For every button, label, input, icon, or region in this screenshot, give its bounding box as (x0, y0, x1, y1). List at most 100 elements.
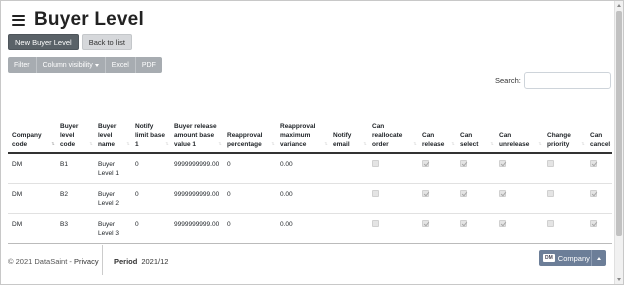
column-header[interactable]: Change priority ↑↓ (543, 97, 586, 154)
cell-can-unrelease (495, 183, 543, 214)
privacy-link[interactable]: Privacy (74, 257, 99, 266)
column-header-label: Reapproval percentage (227, 132, 263, 148)
table-header-row: Company code ↑↓ Buyer level code ↑↓ Buyer le… (8, 97, 612, 154)
cell-company-code: DM (8, 213, 56, 244)
column-header-label: Notify limit base 1 (135, 123, 165, 148)
back-to-list-button[interactable]: Back to list (81, 34, 132, 50)
cell-level-name: Buyer Level 1 (94, 153, 131, 184)
company-selector-button[interactable]: DM Company (539, 250, 606, 266)
caret-down-icon (94, 63, 99, 67)
cell-reapproval-max: 0.00 (276, 153, 329, 184)
cell-notify-limit: 0 (131, 213, 170, 244)
period-label: Period (114, 257, 138, 266)
cell-company-code: DM (8, 153, 56, 184)
page-title: Buyer Level (34, 9, 144, 30)
column-header[interactable]: Reapproval maximum variance ↑↓ (276, 97, 329, 154)
table-row[interactable]: DM B3 Buyer Level 3 0 9999999999.00 0 0.00 (8, 213, 612, 244)
scroll-down-icon[interactable] (617, 278, 621, 281)
cell-release-amount: 9999999999.00 (170, 153, 223, 184)
company-label: Company (557, 253, 590, 263)
checkbox-checked (499, 189, 506, 197)
search-input[interactable] (523, 72, 611, 89)
page-header: Buyer Level (12, 8, 144, 32)
company-badge: DM (543, 254, 555, 262)
column-header[interactable]: Can cancel ↑↓ (586, 97, 612, 154)
cell-notify-limit: 0 (131, 183, 170, 214)
column-header-label: Notify email (333, 132, 352, 148)
cell-can-release (418, 213, 456, 244)
cell-company-code: DM (8, 183, 56, 214)
cell-level-name: Buyer Level 3 (94, 213, 131, 244)
sort-icon: ↑↓ (607, 141, 611, 147)
cell-change-priority (543, 153, 586, 184)
column-header[interactable]: Company code ↑↓ (8, 97, 56, 154)
column-header[interactable]: Can release ↑↓ (418, 97, 456, 154)
column-header[interactable]: Can select ↑↓ (456, 97, 495, 154)
checkbox-checked (422, 160, 429, 167)
sort-icon: ↑↓ (363, 141, 367, 147)
column-header-label: Company code (12, 132, 42, 148)
sort-icon: ↑↓ (89, 141, 93, 147)
filter-button[interactable]: Filter (8, 57, 37, 73)
cell-can-unrelease (495, 153, 543, 184)
pdf-export-button[interactable]: PDF (135, 57, 162, 73)
column-header-label: Can release (422, 132, 445, 148)
cell-change-priority (543, 183, 586, 214)
sort-icon: ↑↓ (271, 141, 275, 147)
period-display: Period 2021/12 (114, 257, 168, 266)
sort-icon: ↑↓ (413, 141, 417, 147)
column-header-label: Buyer level code (60, 123, 79, 148)
column-header[interactable]: Notify email ↑↓ (329, 97, 368, 154)
menu-icon[interactable] (12, 14, 25, 26)
cell-can-cancel (586, 213, 612, 244)
caret-up-icon[interactable] (591, 250, 606, 266)
cell-can-unrelease (495, 213, 543, 244)
cell-can-reallocate (368, 153, 418, 184)
column-header[interactable]: Notify limit base 1 ↑↓ (131, 97, 170, 154)
column-header-label: Buyer level name (98, 123, 117, 148)
sort-icon: ↑↓ (165, 141, 169, 147)
checkbox-checked (590, 219, 597, 227)
sort-icon: ↑↓ (324, 141, 328, 147)
cell-notify-email (329, 153, 368, 184)
cell-can-release (418, 183, 456, 214)
column-header-label: Buyer release amount base value 1 (174, 123, 217, 148)
column-header[interactable]: Can unrelease ↑↓ (495, 97, 543, 154)
checkbox-unchecked (372, 219, 379, 227)
checkbox-unchecked (547, 189, 554, 197)
checkbox-checked (590, 189, 597, 197)
sort-icon: ↑↓ (581, 141, 585, 147)
checkbox-unchecked (372, 189, 379, 197)
column-header[interactable]: Can reallocate order ↑↓ (368, 97, 418, 154)
cell-can-select (456, 153, 495, 184)
checkbox-checked (422, 219, 429, 227)
period-value: 2021/12 (141, 257, 169, 266)
cell-reapproval-pct: 0 (223, 183, 276, 214)
checkbox-unchecked (547, 219, 554, 227)
action-buttons: New Buyer Level Back to list (8, 34, 132, 50)
search-box: Search: (495, 72, 611, 89)
checkbox-unchecked (372, 160, 379, 167)
table-row[interactable]: DM B1 Buyer Level 1 0 9999999999.00 0 0.00 (8, 153, 612, 184)
column-header-label: Change priority (547, 132, 571, 148)
scroll-up-icon[interactable] (617, 4, 621, 7)
column-visibility-button[interactable]: Column visibility (36, 57, 106, 73)
column-header[interactable]: Buyer level name ↑↓ (94, 97, 131, 154)
footer: © 2021 DataSaint - Privacy Period 2021/12… (0, 245, 624, 285)
checkbox-checked (422, 189, 429, 197)
scroll-thumb[interactable] (616, 11, 622, 236)
table-row[interactable]: DM B2 Buyer Level 2 0 9999999999.00 0 0.00 (8, 183, 612, 214)
checkbox-checked (460, 189, 467, 197)
column-header[interactable]: Reapproval percentage ↑↓ (223, 97, 276, 154)
cell-reapproval-pct: 0 (223, 153, 276, 184)
column-header[interactable]: Buyer release amount base value 1 ↑↓ (170, 97, 223, 154)
cell-change-priority (543, 213, 586, 244)
checkbox-checked (460, 160, 467, 167)
buyer-level-table: Company code ↑↓ Buyer level code ↑↓ Buyer le… (8, 97, 612, 244)
new-buyer-level-button[interactable]: New Buyer Level (8, 34, 79, 50)
vertical-scrollbar[interactable] (614, 1, 623, 284)
excel-export-button[interactable]: Excel (105, 57, 136, 73)
footer-divider (102, 245, 103, 275)
column-header[interactable]: Buyer level code ↑↓ (56, 97, 94, 154)
table-toolbar: Filter Column visibility Excel PDF (8, 57, 162, 73)
